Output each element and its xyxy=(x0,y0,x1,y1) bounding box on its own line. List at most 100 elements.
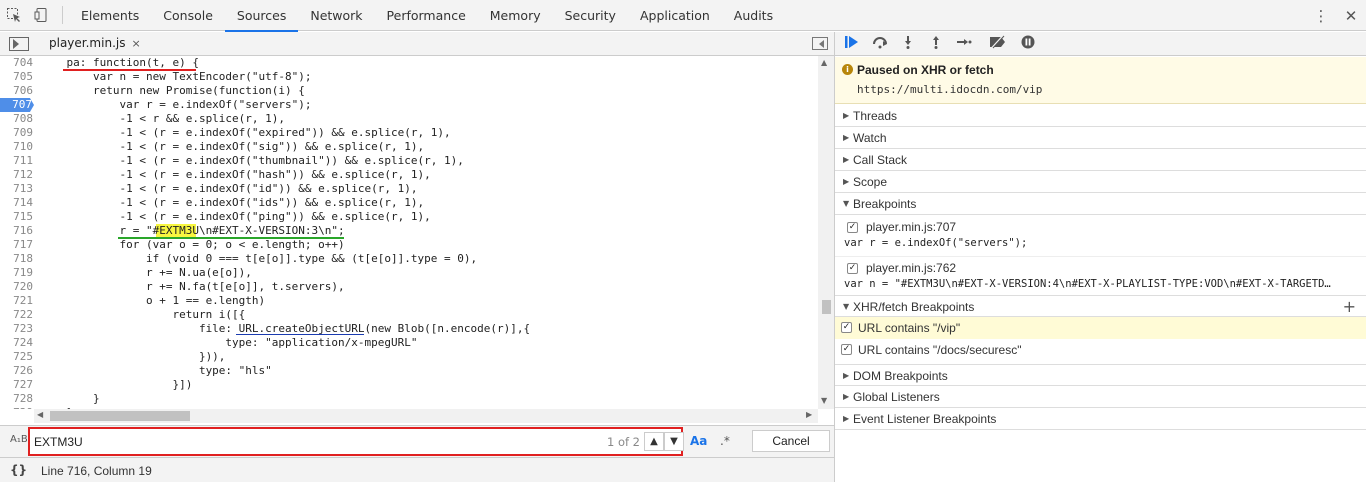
toggle-debugger-icon[interactable] xyxy=(812,37,828,50)
tab-network[interactable]: Network xyxy=(298,0,374,31)
code-line[interactable]: 721 o + 1 == e.length) xyxy=(0,294,818,308)
xhr-breakpoint-row[interactable]: ✓ URL contains "/docs/securesc" xyxy=(835,339,1366,361)
line-number[interactable]: 720 xyxy=(0,280,33,294)
tab-application[interactable]: Application xyxy=(628,0,722,31)
regex-button[interactable]: .* xyxy=(720,434,730,448)
step-into-icon[interactable] xyxy=(897,35,919,53)
toggle-navigator-icon[interactable] xyxy=(9,36,29,51)
line-number[interactable]: 712 xyxy=(0,168,33,182)
next-match-button[interactable]: ▼ xyxy=(664,432,684,451)
code-line[interactable]: 708 -1 < r && e.splice(r, 1), xyxy=(0,112,818,126)
code-line[interactable]: 719 r += N.ua(e[o]), xyxy=(0,266,818,280)
tab-sources[interactable]: Sources xyxy=(224,0,299,32)
tab-elements[interactable]: Elements xyxy=(69,0,151,31)
xhr-breakpoint-checkbox[interactable]: ✓ xyxy=(841,322,852,333)
breakpoint-entry[interactable]: ✓ player.min.js:707 var r = e.indexOf("s… xyxy=(835,216,1366,254)
replace-toggle-icon[interactable]: A₁B xyxy=(10,434,28,445)
line-number[interactable]: 706 xyxy=(0,84,33,98)
line-number[interactable]: 728 xyxy=(0,392,33,406)
code-line[interactable]: 724 type: "application/x-mpegURL" xyxy=(0,336,818,350)
code-line[interactable]: 713 -1 < (r = e.indexOf("id")) && e.spli… xyxy=(0,182,818,196)
code-line[interactable]: 726 type: "hls" xyxy=(0,364,818,378)
previous-match-button[interactable]: ▲ xyxy=(644,432,664,451)
code-editor[interactable]: 704 pa: function(t, e) {705 var n = new … xyxy=(0,56,818,409)
code-line[interactable]: 710 -1 < (r = e.indexOf("sig")) && e.spl… xyxy=(0,140,818,154)
search-input[interactable] xyxy=(34,433,594,451)
breakpoint-checkbox[interactable]: ✓ xyxy=(847,222,858,233)
cancel-button[interactable]: Cancel xyxy=(752,430,830,452)
code-line[interactable]: 711 -1 < (r = e.indexOf("thumbnail")) &&… xyxy=(0,154,818,168)
line-number[interactable]: 722 xyxy=(0,308,33,322)
line-number[interactable]: 715 xyxy=(0,210,33,224)
horizontal-scrollbar[interactable]: ◀ ▶ xyxy=(34,409,818,423)
line-number[interactable]: 714 xyxy=(0,196,33,210)
code-line[interactable]: 728 } xyxy=(0,392,818,406)
scroll-thumb[interactable] xyxy=(822,300,831,314)
line-number[interactable]: 710 xyxy=(0,140,33,154)
code-line[interactable]: 709 -1 < (r = e.indexOf("expired")) && e… xyxy=(0,126,818,140)
line-number[interactable]: 719 xyxy=(0,266,33,280)
step-out-icon[interactable] xyxy=(925,35,947,53)
vertical-scrollbar[interactable]: ▲ ▼ xyxy=(818,56,834,409)
code-line[interactable]: 704 pa: function(t, e) { xyxy=(0,56,818,70)
section-breakpoints[interactable]: ▼ Breakpoints xyxy=(835,193,1366,215)
code-line[interactable]: 720 r += N.fa(t[e[o]], t.servers), xyxy=(0,280,818,294)
code-line[interactable]: 715 -1 < (r = e.indexOf("ping")) && e.sp… xyxy=(0,210,818,224)
device-toolbar-icon[interactable] xyxy=(28,0,56,31)
code-line[interactable]: 706 return new Promise(function(i) { xyxy=(0,84,818,98)
section-scope[interactable]: ▶ Scope xyxy=(835,171,1366,193)
line-number[interactable]: 713 xyxy=(0,182,33,196)
step-icon[interactable] xyxy=(953,35,975,53)
tab-memory[interactable]: Memory xyxy=(478,0,553,31)
code-line[interactable]: 716 r = "#EXTM3U\n#EXT-X-VERSION:3\n"; xyxy=(0,224,818,238)
file-tab-player[interactable]: player.min.js × xyxy=(41,32,147,59)
section-dom-breakpoints[interactable]: ▶ DOM Breakpoints xyxy=(835,364,1366,386)
code-line[interactable]: 707 var r = e.indexOf("servers"); xyxy=(0,98,818,112)
line-number[interactable]: 729 xyxy=(0,406,33,409)
code-line[interactable]: 722 return i([{ xyxy=(0,308,818,322)
scroll-down-icon[interactable]: ▼ xyxy=(821,396,827,405)
code-line[interactable]: 725 })), xyxy=(0,350,818,364)
line-number[interactable]: 721 xyxy=(0,294,33,308)
close-tab-icon[interactable]: × xyxy=(131,37,140,50)
scroll-up-icon[interactable]: ▲ xyxy=(821,58,827,67)
code-line[interactable]: 723 file: URL.createObjectURL(new Blob([… xyxy=(0,322,818,336)
breakpoint-entry[interactable]: ✓ player.min.js:762 var n = "#EXTM3U\n#E… xyxy=(835,256,1366,294)
code-line[interactable]: 712 -1 < (r = e.indexOf("hash")) && e.sp… xyxy=(0,168,818,182)
scroll-left-icon[interactable]: ◀ xyxy=(37,410,43,419)
code-line[interactable]: 727 }]) xyxy=(0,378,818,392)
more-options-icon[interactable]: ⋮ xyxy=(1310,0,1332,31)
line-number[interactable]: 726 xyxy=(0,364,33,378)
line-number[interactable]: 705 xyxy=(0,70,33,84)
code-line[interactable]: 705 var n = new TextEncoder("utf-8"); xyxy=(0,70,818,84)
line-number[interactable]: 709 xyxy=(0,126,33,140)
step-over-icon[interactable] xyxy=(869,35,891,53)
breakpoint-marker[interactable]: 707 xyxy=(0,98,34,112)
breakpoint-checkbox[interactable]: ✓ xyxy=(847,263,858,274)
line-number[interactable]: 708 xyxy=(0,112,33,126)
match-case-button[interactable]: Aa xyxy=(690,434,707,448)
xhr-breakpoint-checkbox[interactable]: ✓ xyxy=(841,344,852,355)
code-line[interactable]: 717 for (var o = 0; o < e.length; o++) xyxy=(0,238,818,252)
tab-audits[interactable]: Audits xyxy=(722,0,785,31)
line-number[interactable]: 727 xyxy=(0,378,33,392)
line-number[interactable]: 718 xyxy=(0,252,33,266)
line-number[interactable]: 716 xyxy=(0,224,33,238)
code-line[interactable]: 718 if (void 0 === t[e[o]].type && (t[e[… xyxy=(0,252,818,266)
line-number[interactable]: 711 xyxy=(0,154,33,168)
add-icon[interactable]: + xyxy=(1343,297,1356,316)
tab-console[interactable]: Console xyxy=(151,0,225,31)
section-watch[interactable]: ▶ Watch xyxy=(835,127,1366,149)
line-number[interactable]: 723 xyxy=(0,322,33,336)
pretty-print-icon[interactable]: {} xyxy=(10,463,27,477)
tab-security[interactable]: Security xyxy=(553,0,628,31)
tab-performance[interactable]: Performance xyxy=(375,0,478,31)
line-number[interactable]: 717 xyxy=(0,238,33,252)
section-xhr-breakpoints[interactable]: ▼ XHR/fetch Breakpoints + xyxy=(835,295,1366,317)
scroll-right-icon[interactable]: ▶ xyxy=(806,410,812,419)
xhr-breakpoint-row[interactable]: ✓ URL contains "/vip" xyxy=(835,317,1366,339)
pause-on-exceptions-icon[interactable] xyxy=(1017,35,1039,53)
section-threads[interactable]: ▶ Threads xyxy=(835,105,1366,127)
inspect-element-icon[interactable] xyxy=(0,0,28,31)
section-event-listener-breakpoints[interactable]: ▶ Event Listener Breakpoints xyxy=(835,408,1366,430)
